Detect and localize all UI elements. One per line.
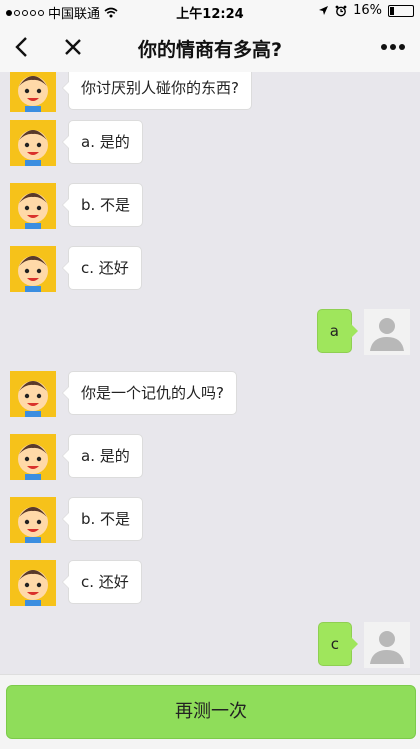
option-message: b. 不是 — [61, 497, 144, 541]
message-row: c — [0, 622, 420, 668]
bot-message: 你讨厌别人碰你的东西? — [62, 72, 252, 110]
message-row: a. 是的 — [0, 434, 420, 480]
message-row: a — [0, 309, 420, 355]
bot-avatar-icon — [10, 183, 56, 229]
option-message: c. 还好 — [62, 246, 142, 290]
location-icon — [319, 6, 329, 15]
alarm-icon — [335, 5, 347, 16]
bot-avatar-icon — [10, 434, 56, 480]
retry-button[interactable]: 再测一次 — [6, 685, 416, 739]
user-message: c — [317, 622, 359, 666]
option-message: a. 是的 — [62, 434, 143, 478]
option-message: a. 是的 — [62, 120, 143, 164]
bot-avatar-icon — [10, 560, 56, 606]
bot-avatar-icon — [10, 497, 56, 543]
message-row: c. 还好 — [0, 246, 420, 292]
option-message: c. 还好 — [62, 560, 142, 604]
status-bar: 中国联通 上午12:24 16% — [0, 0, 420, 22]
bot-message: 你是一个记仇的人吗? — [62, 371, 237, 415]
bot-avatar-icon — [10, 72, 56, 112]
battery-icon — [388, 4, 414, 17]
chat-list[interactable]: 你讨厌别人碰你的东西? a. 是的 b. 不是 c. 还好 a 你是一个记仇的人… — [0, 72, 420, 674]
message-row: c. 还好 — [0, 560, 420, 606]
page-title: 你的情商有多高? — [137, 39, 283, 61]
message-row: 你讨厌别人碰你的东西? — [0, 72, 420, 112]
bot-avatar-icon — [10, 246, 56, 292]
bot-avatar-icon — [10, 371, 56, 417]
user-message: a — [316, 309, 359, 353]
option-message: b. 不是 — [61, 183, 144, 227]
message-row: 你是一个记仇的人吗? — [0, 371, 420, 417]
more-button[interactable] — [376, 30, 410, 64]
user-avatar-icon — [364, 309, 410, 355]
battery-percent: 16% — [353, 3, 382, 18]
user-avatar-icon — [364, 622, 410, 668]
nav-bar: 你的情商有多高? — [0, 22, 420, 72]
message-row: b. 不是 — [0, 183, 420, 229]
message-row: b. 不是 — [0, 497, 420, 543]
more-icon — [381, 44, 405, 50]
bottom-bar: 再测一次 — [0, 674, 420, 749]
message-row: a. 是的 — [0, 120, 420, 166]
bot-avatar-icon — [10, 120, 56, 166]
status-right: 16% — [318, 3, 414, 18]
